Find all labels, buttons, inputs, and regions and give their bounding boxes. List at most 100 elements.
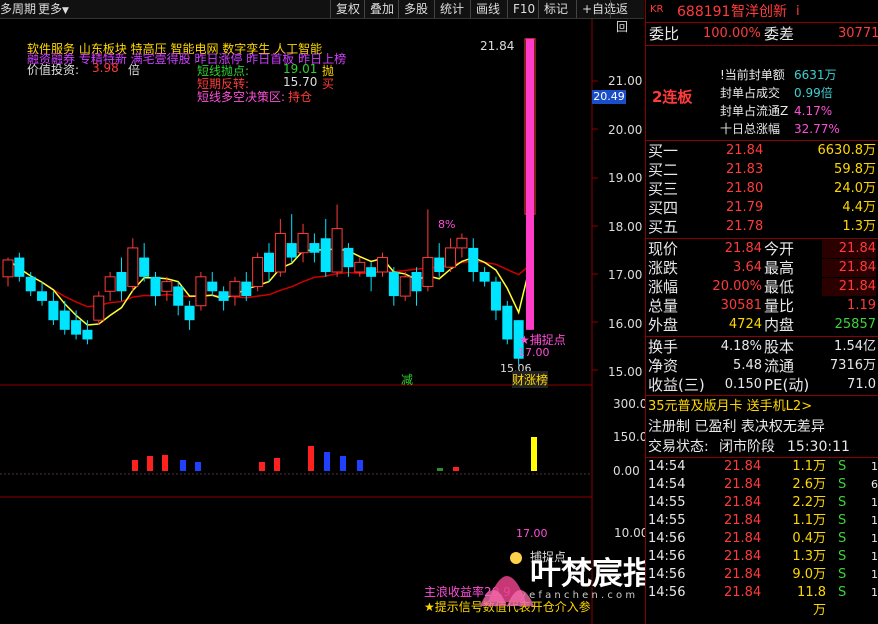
tick-count: 1: [871, 532, 878, 545]
stat2-value: 5.48: [733, 358, 762, 373]
tick-time: 14:56: [648, 585, 686, 600]
toolbar-button-0[interactable]: 复权: [330, 0, 365, 18]
tick-time: 14:55: [648, 513, 686, 528]
bid-label: 买三: [648, 180, 679, 198]
toolbar-button-8[interactable]: 返回: [610, 0, 644, 34]
stat-value: 3.64: [733, 260, 762, 275]
stat2-value: 7316万: [829, 358, 876, 373]
candle-body: [286, 243, 297, 258]
price-axis-label: 21.00: [608, 74, 643, 88]
tick-count: 1: [871, 514, 878, 527]
candle-body: [173, 286, 184, 306]
tick-time: 14:56: [648, 567, 686, 582]
toolbar-button-4[interactable]: 画线: [470, 0, 505, 18]
toolbar-button-5[interactable]: F10: [507, 0, 540, 18]
candle-body: [479, 272, 490, 282]
caizhangbang-label: 财涨榜: [512, 371, 549, 388]
candle-body: [37, 291, 48, 301]
tick-price: 21.84: [724, 531, 762, 546]
candle-body: [309, 243, 320, 253]
candle-body: [241, 281, 252, 297]
stat-label: 最低: [764, 278, 795, 296]
candle-body: [116, 272, 127, 292]
candle-body: [366, 267, 377, 277]
stat2-label: 流通: [764, 357, 795, 375]
chevron-down-icon: ▼: [62, 6, 69, 16]
toolbar-button-2[interactable]: 多股: [398, 0, 433, 18]
more-button[interactable]: 更多▼: [38, 0, 69, 18]
period-label[interactable]: 多周期: [0, 0, 36, 18]
stat2-label: PE(动): [764, 376, 810, 394]
candle-body: [150, 276, 161, 297]
candle-body: [456, 237, 468, 249]
tick-price: 21.84: [724, 459, 762, 474]
value-unit: 倍: [128, 63, 141, 77]
promo-link[interactable]: 35元普及版月卡 送手机L2>: [648, 398, 812, 416]
toolbar-button-3[interactable]: 统计: [434, 0, 469, 18]
tick-count: 1: [871, 460, 878, 473]
weibi-label: 委比: [649, 25, 680, 43]
stat-label: 量比: [764, 297, 795, 315]
candle-body: [104, 276, 116, 292]
seal-row-label: 封单占流通Z: [720, 104, 789, 118]
candle-body: [422, 257, 434, 287]
bid-volume: 59.8万: [834, 162, 876, 177]
stat2-value: 1.54亿: [834, 339, 876, 354]
volume-axis-label: 150.0: [613, 430, 648, 444]
lianban-badge: 2连板: [652, 88, 693, 106]
tick-time: 14:56: [648, 549, 686, 564]
stat-value: 21.84: [822, 240, 876, 258]
tick-volume: 1.1万: [792, 459, 826, 474]
candle-body: [195, 276, 207, 307]
volume-bar: [531, 437, 537, 471]
decision-value: 持仓: [288, 90, 313, 104]
candle-body: [161, 281, 173, 292]
stat-value: 30581: [720, 298, 762, 313]
stat-value: 21.84: [724, 241, 762, 256]
tick-volume: 0.4万: [792, 531, 826, 546]
stat2-value: 4.18%: [720, 339, 762, 354]
candle-body: [2, 259, 14, 278]
stat2-value: 71.0: [847, 377, 876, 392]
candle-body: [468, 247, 479, 272]
weicha-value: 30771: [838, 26, 878, 41]
seal-row-value: 4.17%: [794, 104, 833, 118]
stat-label: 今开: [764, 240, 795, 258]
stat2-label: 净资: [648, 357, 679, 375]
info-icon[interactable]: i: [796, 3, 800, 21]
toolbar-button-6[interactable]: 标记: [538, 0, 573, 18]
tick-price: 21.84: [724, 567, 762, 582]
candle-body: [297, 232, 309, 254]
bid-volume: 4.4万: [842, 200, 876, 215]
rebound-value: 15.70: [283, 75, 318, 89]
short-sell-value: 19.01: [283, 62, 318, 76]
stat-value: 25857: [834, 317, 876, 332]
price-axis-label: 18.00: [608, 219, 643, 234]
watermark-url: y e f a n c h e n . c o m: [520, 590, 636, 601]
tick-count: 1: [871, 568, 878, 581]
seal-row-label: 封单占成交: [720, 86, 781, 100]
stat-value: 21.84: [822, 278, 876, 296]
candle-body: [14, 257, 25, 277]
tick-volume: 9.0万: [792, 567, 826, 582]
seal-row-value: 0.99倍: [794, 86, 833, 100]
tick-count: 1: [871, 586, 878, 599]
candle-body: [434, 257, 445, 272]
candle-body: [184, 305, 195, 321]
weicha-label: 委差: [764, 25, 795, 43]
value-number: 3.98: [92, 61, 119, 75]
tick-volume: 1.1万: [792, 513, 826, 528]
volume-bar: [357, 460, 363, 471]
toolbar-button-1[interactable]: 叠加: [364, 0, 399, 18]
limit-up-candle: [526, 38, 534, 330]
candle-body: [445, 247, 457, 268]
bid-price: 21.78: [726, 219, 764, 234]
tick-side: S: [838, 459, 847, 474]
candle-body: [139, 257, 150, 277]
price-axis-label: 15.00: [608, 365, 643, 379]
candle-body: [274, 232, 286, 273]
rebound-action: 买: [322, 77, 335, 91]
tick-volume: 2.2万: [792, 495, 826, 510]
volume-bar: [274, 458, 280, 471]
candle-body: [59, 310, 70, 330]
